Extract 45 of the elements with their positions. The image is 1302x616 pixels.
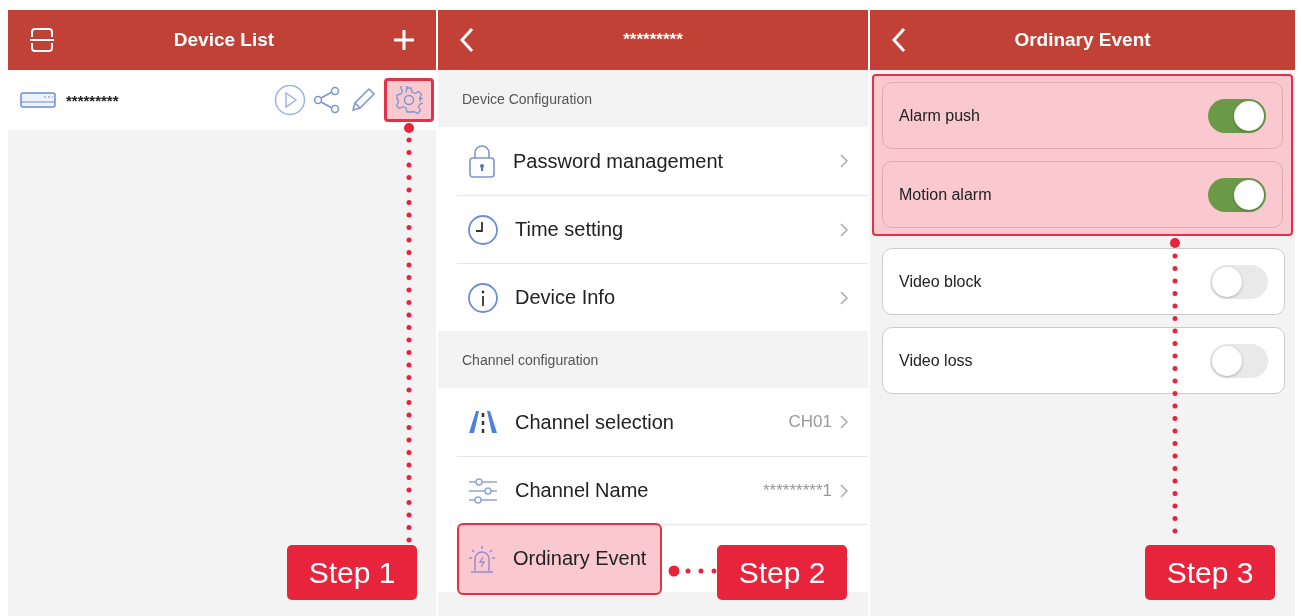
step-badge: Step 1 [287,545,417,600]
screen-title: ********* [623,30,683,50]
setting-label: Video block [899,272,982,291]
back-icon[interactable] [890,26,908,54]
chevron-icon [840,415,848,429]
toggle-switch[interactable] [1210,264,1268,299]
play-icon[interactable] [274,84,306,116]
toggle-switch[interactable] [1208,98,1266,133]
sliders-icon [467,476,499,505]
device-name: ********* [66,91,119,109]
menu-item[interactable]: Time setting [457,196,640,263]
item-value: CH01 [788,412,832,432]
menu-item[interactable]: Channel selection [457,389,690,455]
back-icon[interactable] [458,26,476,54]
setting-label: Video loss [899,351,973,370]
menu-item[interactable]: Device Info [457,264,632,331]
toggle-switch[interactable] [1208,177,1266,212]
chevron-icon [840,154,848,168]
road-icon [467,409,499,435]
padlock-icon [467,143,497,179]
screen-title: Device List [173,29,275,51]
add-icon[interactable] [392,28,416,52]
chevron-icon [840,290,848,305]
share-icon[interactable] [312,85,342,115]
menu-item[interactable]: Channel Name [457,457,665,524]
toggle-switch[interactable] [1210,343,1268,378]
screen-title: Ordinary Event [1014,29,1151,51]
settings-button[interactable] [384,78,434,122]
menu-item[interactable]: Ordinary Event [457,522,663,595]
settings-icon [395,86,423,114]
menu-item[interactable]: Password management [457,128,740,194]
setting-label: Motion alarm [899,185,992,204]
chevron-icon [840,483,848,498]
step-badge: Step 3 [1145,545,1275,600]
info-icon [467,281,499,314]
scan-icon[interactable] [28,26,56,54]
device-row[interactable]: ********* [8,70,436,130]
chevron-icon [840,222,848,237]
section-heading: Channel configuration [462,351,599,368]
clock-icon [467,213,499,246]
device-icon [20,92,56,108]
setting-label: Alarm push [899,106,980,125]
section-heading: Device Configuration [462,90,592,107]
item-value: *********1 [763,480,832,501]
step-badge: Step 2 [717,545,847,600]
